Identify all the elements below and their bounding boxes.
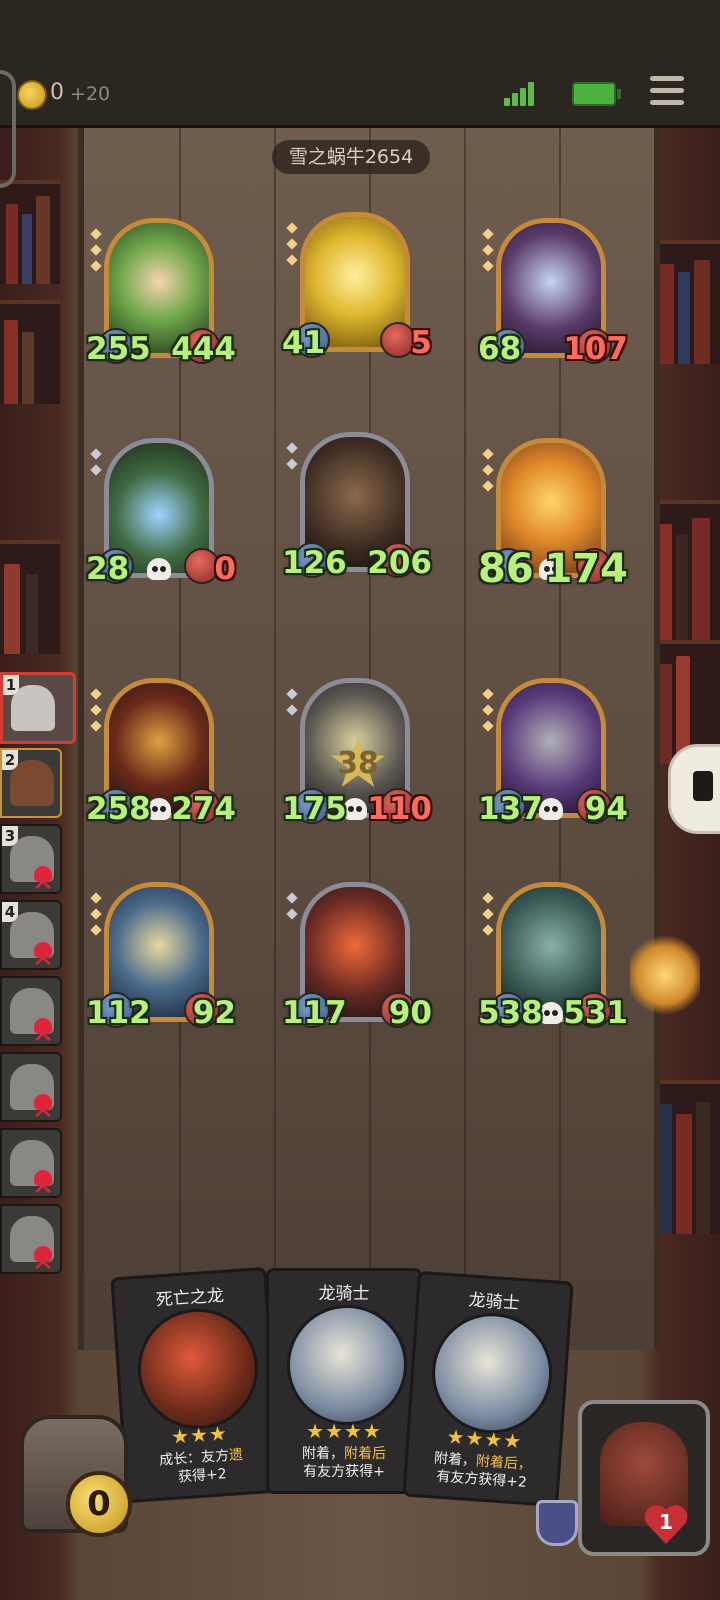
opponent-slot[interactable]: 3 [0, 824, 62, 894]
health-value: 274 [171, 791, 236, 827]
health-value: 0 [214, 551, 236, 587]
opponent-rank: 3 [2, 826, 18, 846]
attack-value: 126 [282, 545, 347, 581]
opponent-slot[interactable]: 1 [0, 672, 76, 744]
top-bar: 0 +20 [0, 0, 720, 188]
damage-value: 38 [337, 746, 379, 781]
minion-pumpkin-imp[interactable]: 86 174 [478, 438, 628, 589]
minion-totem-golem[interactable]: 126 206 [282, 432, 432, 580]
minion-shadow-dragon[interactable]: 258 274 [86, 678, 236, 826]
minion-sprout-girl[interactable]: 255 444 [86, 218, 236, 366]
hand-card-desc: 附着，附着后 有友方获得+ [302, 1446, 386, 1480]
dead-skull-icon [30, 1168, 56, 1196]
minion-crystal-flower[interactable]: 28 0 [86, 438, 236, 586]
dead-skull-icon [30, 864, 56, 892]
opponent-slot[interactable] [0, 1052, 62, 1122]
gold-coin-icon [17, 80, 47, 110]
hero-health-value: 1 [659, 1510, 673, 1534]
right-shelf [654, 240, 720, 364]
skull-icon [147, 558, 171, 580]
opponent-slot[interactable] [0, 1128, 62, 1198]
shield-icon[interactable] [536, 1500, 578, 1546]
minion-golden-dragon[interactable]: 41 5 [282, 212, 432, 360]
health-value: 531 [563, 995, 628, 1031]
minion-dragon-knight-armored[interactable]: 112 92 [86, 882, 236, 1030]
health-value: 94 [584, 791, 628, 827]
opponent-slot[interactable] [0, 976, 62, 1046]
opponent-slot[interactable] [0, 1204, 62, 1274]
opponent-avatar [11, 685, 55, 731]
hand-card[interactable]: 龙骑士 ★★★★ 附着，附着后， 有友方获得+2 [402, 1270, 574, 1508]
minion-iron-golem[interactable]: 538 531 [478, 882, 628, 1030]
opponent-rank: 4 [2, 902, 18, 922]
attack-value: 41 [282, 325, 326, 361]
minion-robot-knight[interactable]: 38 175 110 [282, 678, 432, 826]
health-value: 174 [544, 546, 629, 592]
hand-card[interactable]: 龙骑士 ★★★★ 附着，附着后 有友方获得+ [266, 1268, 422, 1494]
opponent-slot[interactable]: 2 [0, 748, 62, 818]
dead-skull-icon [30, 940, 56, 968]
health-value: 107 [563, 331, 628, 367]
health-value: 444 [171, 331, 236, 367]
minion-elf-sorceress[interactable]: 68 107 [478, 218, 628, 366]
attack-value: 137 [478, 791, 543, 827]
left-bracket [0, 70, 16, 188]
dead-skull-icon [30, 1016, 56, 1044]
health-value: 90 [388, 995, 432, 1031]
hand-card[interactable]: 死亡之龙 ★★★ 成长：友方遗 获得+2 [110, 1266, 282, 1504]
hand-card-title: 死亡之龙 [155, 1285, 225, 1311]
minion-fire-warrior[interactable]: 117 90 [282, 882, 432, 1030]
hand-card-art [428, 1309, 557, 1438]
hand-card-title: 龙骑士 [318, 1284, 370, 1304]
attack-value: 175 [282, 791, 347, 827]
hand-card-desc: 附着，附着后， 有友方获得+2 [433, 1450, 533, 1491]
right-shelf [654, 1080, 720, 1234]
opponent-avatar [10, 760, 54, 806]
attack-value: 28 [86, 551, 130, 587]
lantern [630, 930, 700, 1020]
side-panel-icon [693, 771, 713, 801]
hand-card-desc: 成长：友方遗 获得+2 [158, 1446, 244, 1486]
side-panel-tab[interactable] [668, 744, 720, 834]
attack-value: 117 [282, 995, 347, 1031]
health-value: 5 [410, 325, 432, 361]
signal-icon [504, 80, 540, 106]
attack-value: 538 [478, 995, 543, 1031]
attack-value: 112 [86, 995, 151, 1031]
gold-count: 0 [50, 80, 64, 105]
opponent-name: 雪之蜗牛2654 [272, 140, 430, 174]
attack-value: 258 [86, 791, 151, 827]
hand-card-art [133, 1304, 262, 1433]
health-value: 92 [192, 995, 236, 1031]
opponent-slot[interactable]: 4 [0, 900, 62, 970]
hand-card-art [287, 1305, 407, 1425]
star-rating: ★★★★ [306, 1419, 382, 1443]
opponent-rank: 1 [3, 675, 19, 695]
battery-icon [572, 82, 621, 106]
left-shelf [0, 300, 60, 404]
minion-box-robot[interactable]: 137 94 [478, 678, 628, 826]
menu-button[interactable] [650, 76, 688, 108]
left-shelf [0, 540, 60, 654]
chest-coin-count: 0 [66, 1471, 132, 1537]
gold-bonus: +20 [70, 83, 111, 105]
health-value: 110 [367, 791, 432, 827]
attack-value: 86 [478, 546, 534, 592]
right-shelf [654, 500, 720, 644]
attack-value: 68 [478, 331, 522, 367]
health-value: 206 [367, 545, 432, 581]
dead-skull-icon [30, 1244, 56, 1272]
hand-card-title: 龙骑士 [467, 1290, 521, 1314]
dead-skull-icon [30, 1092, 56, 1120]
left-shelf [0, 180, 60, 284]
opponent-rank: 2 [2, 750, 18, 770]
hero-health: 1 [643, 1502, 689, 1546]
attack-value: 255 [86, 331, 151, 367]
